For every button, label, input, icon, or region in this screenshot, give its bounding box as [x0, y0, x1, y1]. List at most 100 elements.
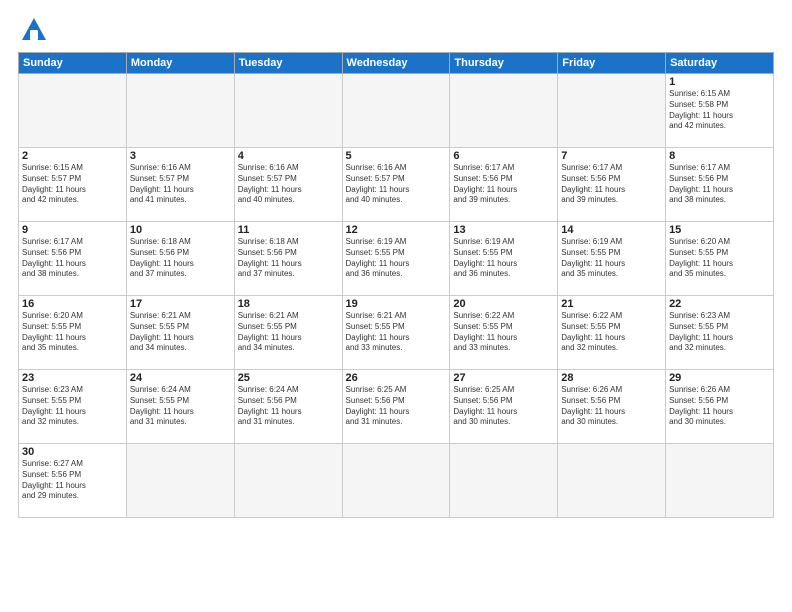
day-number: 28 — [561, 372, 662, 384]
day-info: Sunrise: 6:21 AM Sunset: 5:55 PM Dayligh… — [238, 311, 339, 354]
day-info: Sunrise: 6:17 AM Sunset: 5:56 PM Dayligh… — [561, 163, 662, 206]
calendar-page: SundayMondayTuesdayWednesdayThursdayFrid… — [0, 0, 792, 612]
day-number: 16 — [22, 298, 123, 310]
day-info: Sunrise: 6:16 AM Sunset: 5:57 PM Dayligh… — [346, 163, 447, 206]
day-info: Sunrise: 6:21 AM Sunset: 5:55 PM Dayligh… — [346, 311, 447, 354]
day-info: Sunrise: 6:19 AM Sunset: 5:55 PM Dayligh… — [561, 237, 662, 280]
calendar-cell: 17Sunrise: 6:21 AM Sunset: 5:55 PM Dayli… — [126, 296, 234, 370]
day-info: Sunrise: 6:17 AM Sunset: 5:56 PM Dayligh… — [453, 163, 554, 206]
weekday-header: Thursday — [450, 53, 558, 74]
calendar-cell: 2Sunrise: 6:15 AM Sunset: 5:57 PM Daylig… — [19, 148, 127, 222]
calendar-week-row: 30Sunrise: 6:27 AM Sunset: 5:56 PM Dayli… — [19, 444, 774, 518]
day-info: Sunrise: 6:22 AM Sunset: 5:55 PM Dayligh… — [561, 311, 662, 354]
calendar-cell — [450, 74, 558, 148]
calendar-week-row: 9Sunrise: 6:17 AM Sunset: 5:56 PM Daylig… — [19, 222, 774, 296]
day-info: Sunrise: 6:18 AM Sunset: 5:56 PM Dayligh… — [238, 237, 339, 280]
calendar-cell: 24Sunrise: 6:24 AM Sunset: 5:55 PM Dayli… — [126, 370, 234, 444]
calendar-cell: 12Sunrise: 6:19 AM Sunset: 5:55 PM Dayli… — [342, 222, 450, 296]
calendar-cell: 7Sunrise: 6:17 AM Sunset: 5:56 PM Daylig… — [558, 148, 666, 222]
day-number: 9 — [22, 224, 123, 236]
day-number: 12 — [346, 224, 447, 236]
calendar-cell — [234, 444, 342, 518]
calendar-cell — [666, 444, 774, 518]
calendar-cell: 10Sunrise: 6:18 AM Sunset: 5:56 PM Dayli… — [126, 222, 234, 296]
calendar-cell: 9Sunrise: 6:17 AM Sunset: 5:56 PM Daylig… — [19, 222, 127, 296]
day-number: 8 — [669, 150, 770, 162]
day-info: Sunrise: 6:19 AM Sunset: 5:55 PM Dayligh… — [453, 237, 554, 280]
day-info: Sunrise: 6:26 AM Sunset: 5:56 PM Dayligh… — [669, 385, 770, 428]
calendar-cell: 8Sunrise: 6:17 AM Sunset: 5:56 PM Daylig… — [666, 148, 774, 222]
calendar-cell — [450, 444, 558, 518]
calendar-cell: 3Sunrise: 6:16 AM Sunset: 5:57 PM Daylig… — [126, 148, 234, 222]
day-number: 11 — [238, 224, 339, 236]
weekday-header: Saturday — [666, 53, 774, 74]
day-number: 14 — [561, 224, 662, 236]
day-number: 18 — [238, 298, 339, 310]
day-info: Sunrise: 6:26 AM Sunset: 5:56 PM Dayligh… — [561, 385, 662, 428]
day-info: Sunrise: 6:24 AM Sunset: 5:55 PM Dayligh… — [130, 385, 231, 428]
calendar-week-row: 16Sunrise: 6:20 AM Sunset: 5:55 PM Dayli… — [19, 296, 774, 370]
day-info: Sunrise: 6:21 AM Sunset: 5:55 PM Dayligh… — [130, 311, 231, 354]
day-number: 3 — [130, 150, 231, 162]
calendar-cell: 5Sunrise: 6:16 AM Sunset: 5:57 PM Daylig… — [342, 148, 450, 222]
calendar-cell: 1Sunrise: 6:15 AM Sunset: 5:58 PM Daylig… — [666, 74, 774, 148]
calendar-cell: 15Sunrise: 6:20 AM Sunset: 5:55 PM Dayli… — [666, 222, 774, 296]
calendar-cell — [126, 74, 234, 148]
calendar-cell — [558, 74, 666, 148]
day-number: 13 — [453, 224, 554, 236]
day-number: 30 — [22, 446, 123, 458]
day-info: Sunrise: 6:25 AM Sunset: 5:56 PM Dayligh… — [453, 385, 554, 428]
weekday-header-row: SundayMondayTuesdayWednesdayThursdayFrid… — [19, 53, 774, 74]
day-number: 1 — [669, 76, 770, 88]
day-info: Sunrise: 6:23 AM Sunset: 5:55 PM Dayligh… — [669, 311, 770, 354]
calendar-cell — [126, 444, 234, 518]
day-info: Sunrise: 6:15 AM Sunset: 5:57 PM Dayligh… — [22, 163, 123, 206]
day-number: 2 — [22, 150, 123, 162]
header — [18, 16, 774, 44]
logo-icon — [20, 16, 48, 44]
calendar-cell: 29Sunrise: 6:26 AM Sunset: 5:56 PM Dayli… — [666, 370, 774, 444]
day-number: 26 — [346, 372, 447, 384]
day-info: Sunrise: 6:24 AM Sunset: 5:56 PM Dayligh… — [238, 385, 339, 428]
calendar-week-row: 1Sunrise: 6:15 AM Sunset: 5:58 PM Daylig… — [19, 74, 774, 148]
weekday-header: Sunday — [19, 53, 127, 74]
calendar-cell — [234, 74, 342, 148]
calendar-cell: 16Sunrise: 6:20 AM Sunset: 5:55 PM Dayli… — [19, 296, 127, 370]
day-info: Sunrise: 6:16 AM Sunset: 5:57 PM Dayligh… — [130, 163, 231, 206]
calendar-cell: 22Sunrise: 6:23 AM Sunset: 5:55 PM Dayli… — [666, 296, 774, 370]
calendar-cell: 11Sunrise: 6:18 AM Sunset: 5:56 PM Dayli… — [234, 222, 342, 296]
day-number: 7 — [561, 150, 662, 162]
day-number: 29 — [669, 372, 770, 384]
day-number: 15 — [669, 224, 770, 236]
day-info: Sunrise: 6:15 AM Sunset: 5:58 PM Dayligh… — [669, 89, 770, 132]
day-info: Sunrise: 6:25 AM Sunset: 5:56 PM Dayligh… — [346, 385, 447, 428]
day-number: 19 — [346, 298, 447, 310]
day-number: 27 — [453, 372, 554, 384]
calendar-cell — [342, 74, 450, 148]
day-number: 5 — [346, 150, 447, 162]
day-number: 4 — [238, 150, 339, 162]
day-number: 22 — [669, 298, 770, 310]
calendar-cell: 27Sunrise: 6:25 AM Sunset: 5:56 PM Dayli… — [450, 370, 558, 444]
day-info: Sunrise: 6:23 AM Sunset: 5:55 PM Dayligh… — [22, 385, 123, 428]
day-number: 23 — [22, 372, 123, 384]
calendar-cell: 28Sunrise: 6:26 AM Sunset: 5:56 PM Dayli… — [558, 370, 666, 444]
calendar-cell: 20Sunrise: 6:22 AM Sunset: 5:55 PM Dayli… — [450, 296, 558, 370]
day-info: Sunrise: 6:18 AM Sunset: 5:56 PM Dayligh… — [130, 237, 231, 280]
day-number: 21 — [561, 298, 662, 310]
calendar-cell: 19Sunrise: 6:21 AM Sunset: 5:55 PM Dayli… — [342, 296, 450, 370]
day-number: 6 — [453, 150, 554, 162]
calendar-week-row: 2Sunrise: 6:15 AM Sunset: 5:57 PM Daylig… — [19, 148, 774, 222]
day-info: Sunrise: 6:20 AM Sunset: 5:55 PM Dayligh… — [669, 237, 770, 280]
calendar-cell — [19, 74, 127, 148]
day-info: Sunrise: 6:17 AM Sunset: 5:56 PM Dayligh… — [22, 237, 123, 280]
calendar-cell: 30Sunrise: 6:27 AM Sunset: 5:56 PM Dayli… — [19, 444, 127, 518]
calendar-cell: 23Sunrise: 6:23 AM Sunset: 5:55 PM Dayli… — [19, 370, 127, 444]
day-number: 10 — [130, 224, 231, 236]
calendar-cell — [342, 444, 450, 518]
day-info: Sunrise: 6:17 AM Sunset: 5:56 PM Dayligh… — [669, 163, 770, 206]
calendar-cell: 21Sunrise: 6:22 AM Sunset: 5:55 PM Dayli… — [558, 296, 666, 370]
calendar-cell: 14Sunrise: 6:19 AM Sunset: 5:55 PM Dayli… — [558, 222, 666, 296]
logo — [18, 16, 48, 44]
weekday-header: Friday — [558, 53, 666, 74]
